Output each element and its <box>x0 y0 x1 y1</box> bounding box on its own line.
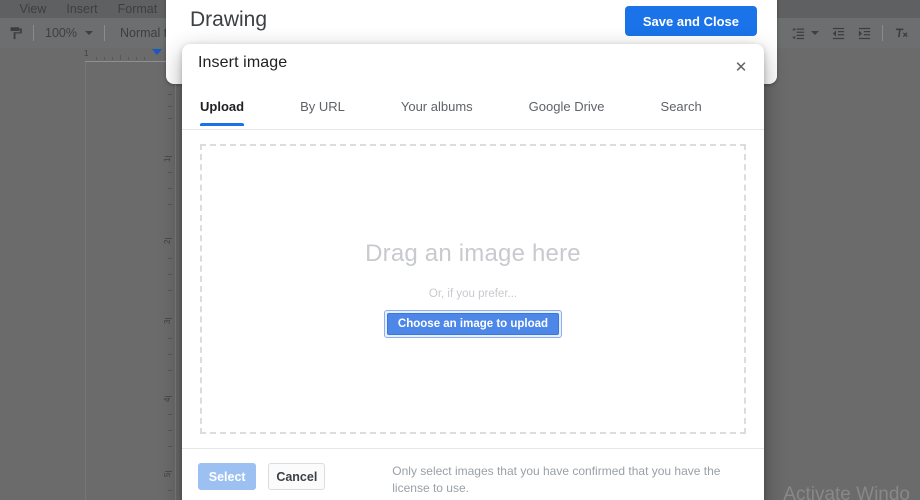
close-icon[interactable]: ✕ <box>728 54 754 80</box>
line-spacing-icon[interactable] <box>785 21 811 45</box>
ruler-v-tick-major <box>165 238 172 239</box>
ruler-h-tick <box>144 57 145 60</box>
dialog-tabs: Upload By URL Your albums Google Drive S… <box>182 94 764 130</box>
ruler-v-tick <box>168 490 172 491</box>
tab-search[interactable]: Search <box>661 94 720 126</box>
ruler-v-number: 5 <box>163 472 172 477</box>
ruler-v-number: 2 <box>163 239 172 244</box>
dropzone-title: Drag an image here <box>365 240 581 267</box>
ruler-h-tick <box>112 57 113 60</box>
paint-format-icon[interactable] <box>2 21 28 45</box>
license-note: Only select images that you have confirm… <box>392 464 721 496</box>
insert-image-dialog: Insert image ✕ Upload By URL Your albums… <box>182 44 764 500</box>
increase-indent-icon[interactable] <box>851 21 877 45</box>
menu-item-insert[interactable]: Insert <box>56 0 107 18</box>
select-button[interactable]: Select <box>198 463 257 490</box>
ruler-v-tick <box>168 204 172 205</box>
activate-windows-watermark: Activate Windo <box>783 484 910 500</box>
image-dropzone[interactable]: Drag an image here Or, if you prefer... … <box>200 144 746 434</box>
dialog-title: Insert image <box>198 54 288 71</box>
ruler-v-tick <box>168 370 172 371</box>
ruler-v-number: 3 <box>163 319 172 324</box>
toolbar-divider-3 <box>882 25 883 41</box>
tab-your-albums[interactable]: Your albums <box>401 94 491 126</box>
ruler-v-tick <box>168 338 172 339</box>
cancel-button[interactable]: Cancel <box>268 463 326 490</box>
menu-item-view[interactable]: View <box>9 0 56 18</box>
ruler-v-tick <box>168 258 172 259</box>
dialog-footer: Select Cancel Only select images that yo… <box>182 448 764 500</box>
clear-formatting-icon[interactable] <box>888 21 914 45</box>
ruler-v-tick <box>168 354 172 355</box>
ruler-v-tick <box>168 430 172 431</box>
ruler-v-tick <box>168 118 172 119</box>
ruler-v-tick <box>168 290 172 291</box>
dropzone-subtitle: Or, if you prefer... <box>428 288 518 300</box>
toolbar-divider-2 <box>103 25 105 41</box>
vertical-ruler[interactable]: 1 2 3 4 5 <box>162 62 176 500</box>
ruler-v-number: 1 <box>163 157 172 162</box>
ruler-h-tick <box>136 57 137 60</box>
ruler-v-number: 4 <box>163 397 172 402</box>
tab-google-drive[interactable]: Google Drive <box>529 94 623 126</box>
ruler-v-tick-major <box>165 318 172 319</box>
zoom-value: 100% <box>45 26 77 40</box>
line-spacing-chevron-icon[interactable] <box>811 31 819 35</box>
document-sheet <box>85 62 165 500</box>
ruler-v-tick <box>168 172 172 173</box>
ruler-v-tick <box>168 106 172 107</box>
ruler-h-number: 1 <box>84 49 89 58</box>
toolbar-divider <box>33 25 34 41</box>
ruler-v-tick-major <box>165 471 172 472</box>
ruler-v-tick-major <box>165 156 172 157</box>
tab-by-url[interactable]: By URL <box>300 94 363 126</box>
ruler-v-tick <box>168 414 172 415</box>
ruler-h-tick <box>96 57 97 60</box>
ruler-v-tick <box>168 94 172 95</box>
choose-image-to-upload-button[interactable]: Choose an image to upload <box>386 313 560 335</box>
ruler-v-tick <box>168 446 172 447</box>
tab-upload[interactable]: Upload <box>200 94 262 126</box>
screen-root: t View Insert Format Too 100% Normal tex <box>0 0 920 500</box>
ruler-v-tick-major <box>165 396 172 397</box>
ruler-v-tick <box>168 188 172 189</box>
menu-item-format[interactable]: Format <box>108 0 168 18</box>
ruler-h-tick <box>128 57 129 60</box>
drawing-save-and-close-button[interactable]: Save and Close <box>624 6 757 36</box>
docs-toolbar-right <box>785 18 914 48</box>
choose-image-focus-ring: Choose an image to upload <box>383 310 563 338</box>
indent-marker[interactable] <box>152 49 162 55</box>
ruler-v-tick <box>168 274 172 275</box>
drawing-window-title: Drawing <box>190 8 268 31</box>
decrease-indent-icon[interactable] <box>825 21 851 45</box>
zoom-dropdown[interactable]: 100% <box>39 26 99 40</box>
ruler-h-tick-major <box>120 55 121 60</box>
chevron-down-icon <box>84 31 93 35</box>
ruler-h-tick <box>104 57 105 60</box>
document-page-area <box>85 62 165 500</box>
menu-item-edit[interactable]: t <box>0 0 9 18</box>
